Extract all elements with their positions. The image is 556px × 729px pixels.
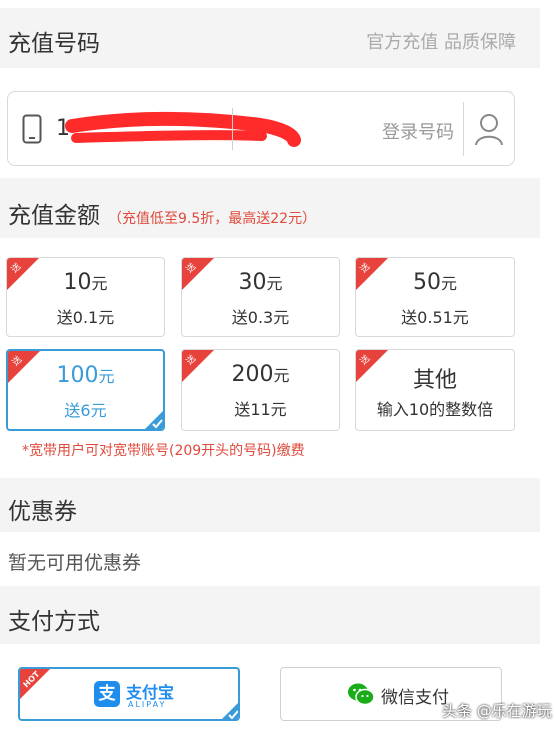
payment-header: 支付方式 bbox=[0, 586, 540, 644]
card-amount: 100元 bbox=[8, 363, 163, 388]
vertical-divider bbox=[463, 102, 464, 156]
card-bonus: 送0.3元 bbox=[231, 308, 290, 327]
amount-card-1[interactable]: 送 10元 送0.1元 bbox=[6, 257, 165, 337]
broadband-note: *宽带用户可对宽带账号(209开头的号码)缴费 bbox=[22, 443, 305, 459]
card-amount: 10元 bbox=[7, 270, 164, 295]
amount-card-3[interactable]: 送 50元 送0.51元 bbox=[355, 257, 515, 337]
card-amount: 其他 bbox=[356, 362, 514, 394]
card-bonus: 送0.51元 bbox=[401, 308, 469, 327]
amount-card-2[interactable]: 送 30元 送0.3元 bbox=[181, 257, 340, 337]
watermark: 头条 @乐在游玩 bbox=[442, 702, 552, 720]
discount-hint: （充值低至9.5折，最高送22元） bbox=[108, 211, 317, 227]
payment-title: 支付方式 bbox=[8, 609, 100, 635]
card-amount-value: 30 bbox=[238, 270, 267, 295]
alipay-logo-icon: 支 bbox=[94, 681, 120, 707]
coupon-empty-text[interactable]: 暂无可用优惠券 bbox=[8, 548, 141, 575]
card-bonus: 送11元 bbox=[234, 400, 287, 419]
coupon-title: 优惠券 bbox=[8, 499, 77, 525]
card-amount-unit: 元 bbox=[266, 274, 283, 293]
amount-card-6[interactable]: 送其他 输入10的整数倍 bbox=[355, 349, 515, 431]
mobile-phone-icon bbox=[22, 114, 42, 144]
official-tagline: 官方充值 品质保障 bbox=[366, 32, 516, 53]
card-amount-unit: 元 bbox=[273, 366, 290, 385]
card-amount-value: 100 bbox=[56, 363, 99, 388]
contact-user-icon[interactable] bbox=[474, 112, 504, 146]
recharge-amount-header: 充值金额 （充值低至9.5折，最高送22元） bbox=[0, 178, 540, 238]
card-amount-unit: 元 bbox=[440, 274, 457, 293]
amount-card-4[interactable]: 送 100元 送6元 bbox=[6, 349, 165, 431]
redaction-scribble bbox=[65, 111, 301, 147]
text-cursor bbox=[232, 108, 233, 150]
card-amount-unit: 元 bbox=[91, 274, 108, 293]
selected-check-icon bbox=[145, 411, 163, 429]
amount-card-5[interactable]: 送 200元 送11元 bbox=[181, 349, 340, 431]
card-amount-value: 200 bbox=[231, 362, 274, 387]
alipay-button[interactable]: HOT 支 支付宝 ALIPAY bbox=[18, 667, 240, 721]
selected-check-icon bbox=[222, 703, 238, 719]
login-number-label[interactable]: 登录号码 bbox=[382, 118, 454, 144]
card-amount-value: 其他 bbox=[412, 368, 457, 393]
card-amount: 30元 bbox=[182, 270, 339, 295]
page-title: 充值号码 bbox=[8, 31, 100, 57]
card-amount-value: 10 bbox=[63, 270, 92, 295]
card-amount-unit: 元 bbox=[98, 367, 115, 386]
phone-number-field[interactable]: 1 登录号码 bbox=[7, 91, 515, 166]
coupon-header: 优惠券 bbox=[0, 478, 540, 532]
card-bonus: 送6元 bbox=[64, 401, 107, 420]
alipay-english-name: ALIPAY bbox=[128, 700, 167, 709]
card-bonus: 输入10的整数倍 bbox=[376, 400, 494, 419]
wechat-icon bbox=[348, 683, 375, 706]
card-bonus: 送0.1元 bbox=[56, 308, 115, 327]
card-amount: 200元 bbox=[182, 362, 339, 387]
recharge-number-header: 充值号码 官方充值 品质保障 bbox=[0, 8, 540, 68]
card-amount-value: 50 bbox=[412, 270, 441, 295]
amount-title-text: 充值金额 bbox=[8, 203, 100, 229]
amount-title: 充值金额 （充值低至9.5折，最高送22元） bbox=[8, 196, 316, 230]
card-amount: 50元 bbox=[356, 270, 514, 295]
wechat-pay-name: 微信支付 bbox=[381, 688, 449, 708]
